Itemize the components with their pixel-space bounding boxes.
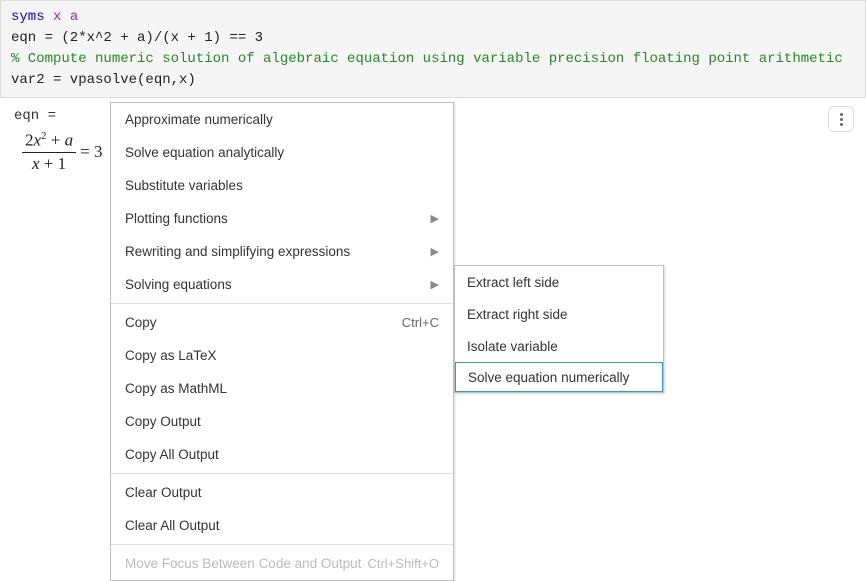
- shortcut-label: Ctrl+Shift+O: [367, 556, 439, 571]
- context-menu: Approximate numerically Solve equation a…: [110, 102, 454, 581]
- menu-copy-all-output[interactable]: Copy All Output: [111, 438, 453, 471]
- submenu-extract-right[interactable]: Extract right side: [455, 298, 663, 330]
- menu-separator: [111, 544, 453, 545]
- numerator: 2x2 + a: [22, 130, 76, 153]
- syms-keyword: syms: [11, 9, 45, 25]
- menu-copy-mathml[interactable]: Copy as MathML: [111, 372, 453, 405]
- code-block[interactable]: syms x a eqn = (2*x^2 + a)/(x + 1) == 3 …: [0, 0, 866, 98]
- menu-copy-output[interactable]: Copy Output: [111, 405, 453, 438]
- code-comment: % Compute numeric solution of algebraic …: [11, 51, 843, 67]
- syms-variables: x a: [53, 9, 78, 25]
- solving-equations-submenu: Extract left side Extract right side Iso…: [454, 265, 664, 393]
- submenu-isolate-variable[interactable]: Isolate variable: [455, 330, 663, 362]
- menu-move-focus: Move Focus Between Code and Output Ctrl+…: [111, 547, 453, 580]
- menu-solving-equations[interactable]: Solving equations ▶: [111, 268, 453, 301]
- menu-substitute-variables[interactable]: Substitute variables: [111, 169, 453, 202]
- menu-solve-analytically[interactable]: Solve equation analytically: [111, 136, 453, 169]
- submenu-solve-numerically[interactable]: Solve equation numerically: [455, 362, 663, 392]
- submenu-arrow-icon: ▶: [431, 212, 439, 225]
- menu-clear-output[interactable]: Clear Output: [111, 476, 453, 509]
- submenu-extract-left[interactable]: Extract left side: [455, 266, 663, 298]
- menu-separator: [111, 303, 453, 304]
- menu-approximate-numerically[interactable]: Approximate numerically: [111, 103, 453, 136]
- menu-separator: [111, 473, 453, 474]
- menu-copy-latex[interactable]: Copy as LaTeX: [111, 339, 453, 372]
- menu-plotting-functions[interactable]: Plotting functions ▶: [111, 202, 453, 235]
- equals-part: = 3: [80, 142, 102, 162]
- shortcut-label: Ctrl+C: [402, 315, 439, 330]
- fraction: 2x2 + a x + 1: [22, 130, 76, 174]
- menu-rewriting-simplifying[interactable]: Rewriting and simplifying expressions ▶: [111, 235, 453, 268]
- more-options-button[interactable]: [828, 106, 854, 132]
- submenu-arrow-icon: ▶: [431, 245, 439, 258]
- code-line-2: eqn = (2*x^2 + a)/(x + 1) == 3: [11, 30, 263, 46]
- submenu-arrow-icon: ▶: [431, 278, 439, 291]
- code-line-4: var2 = vpasolve(eqn,x): [11, 72, 196, 88]
- denominator: x + 1: [29, 153, 69, 174]
- menu-copy[interactable]: Copy Ctrl+C: [111, 306, 453, 339]
